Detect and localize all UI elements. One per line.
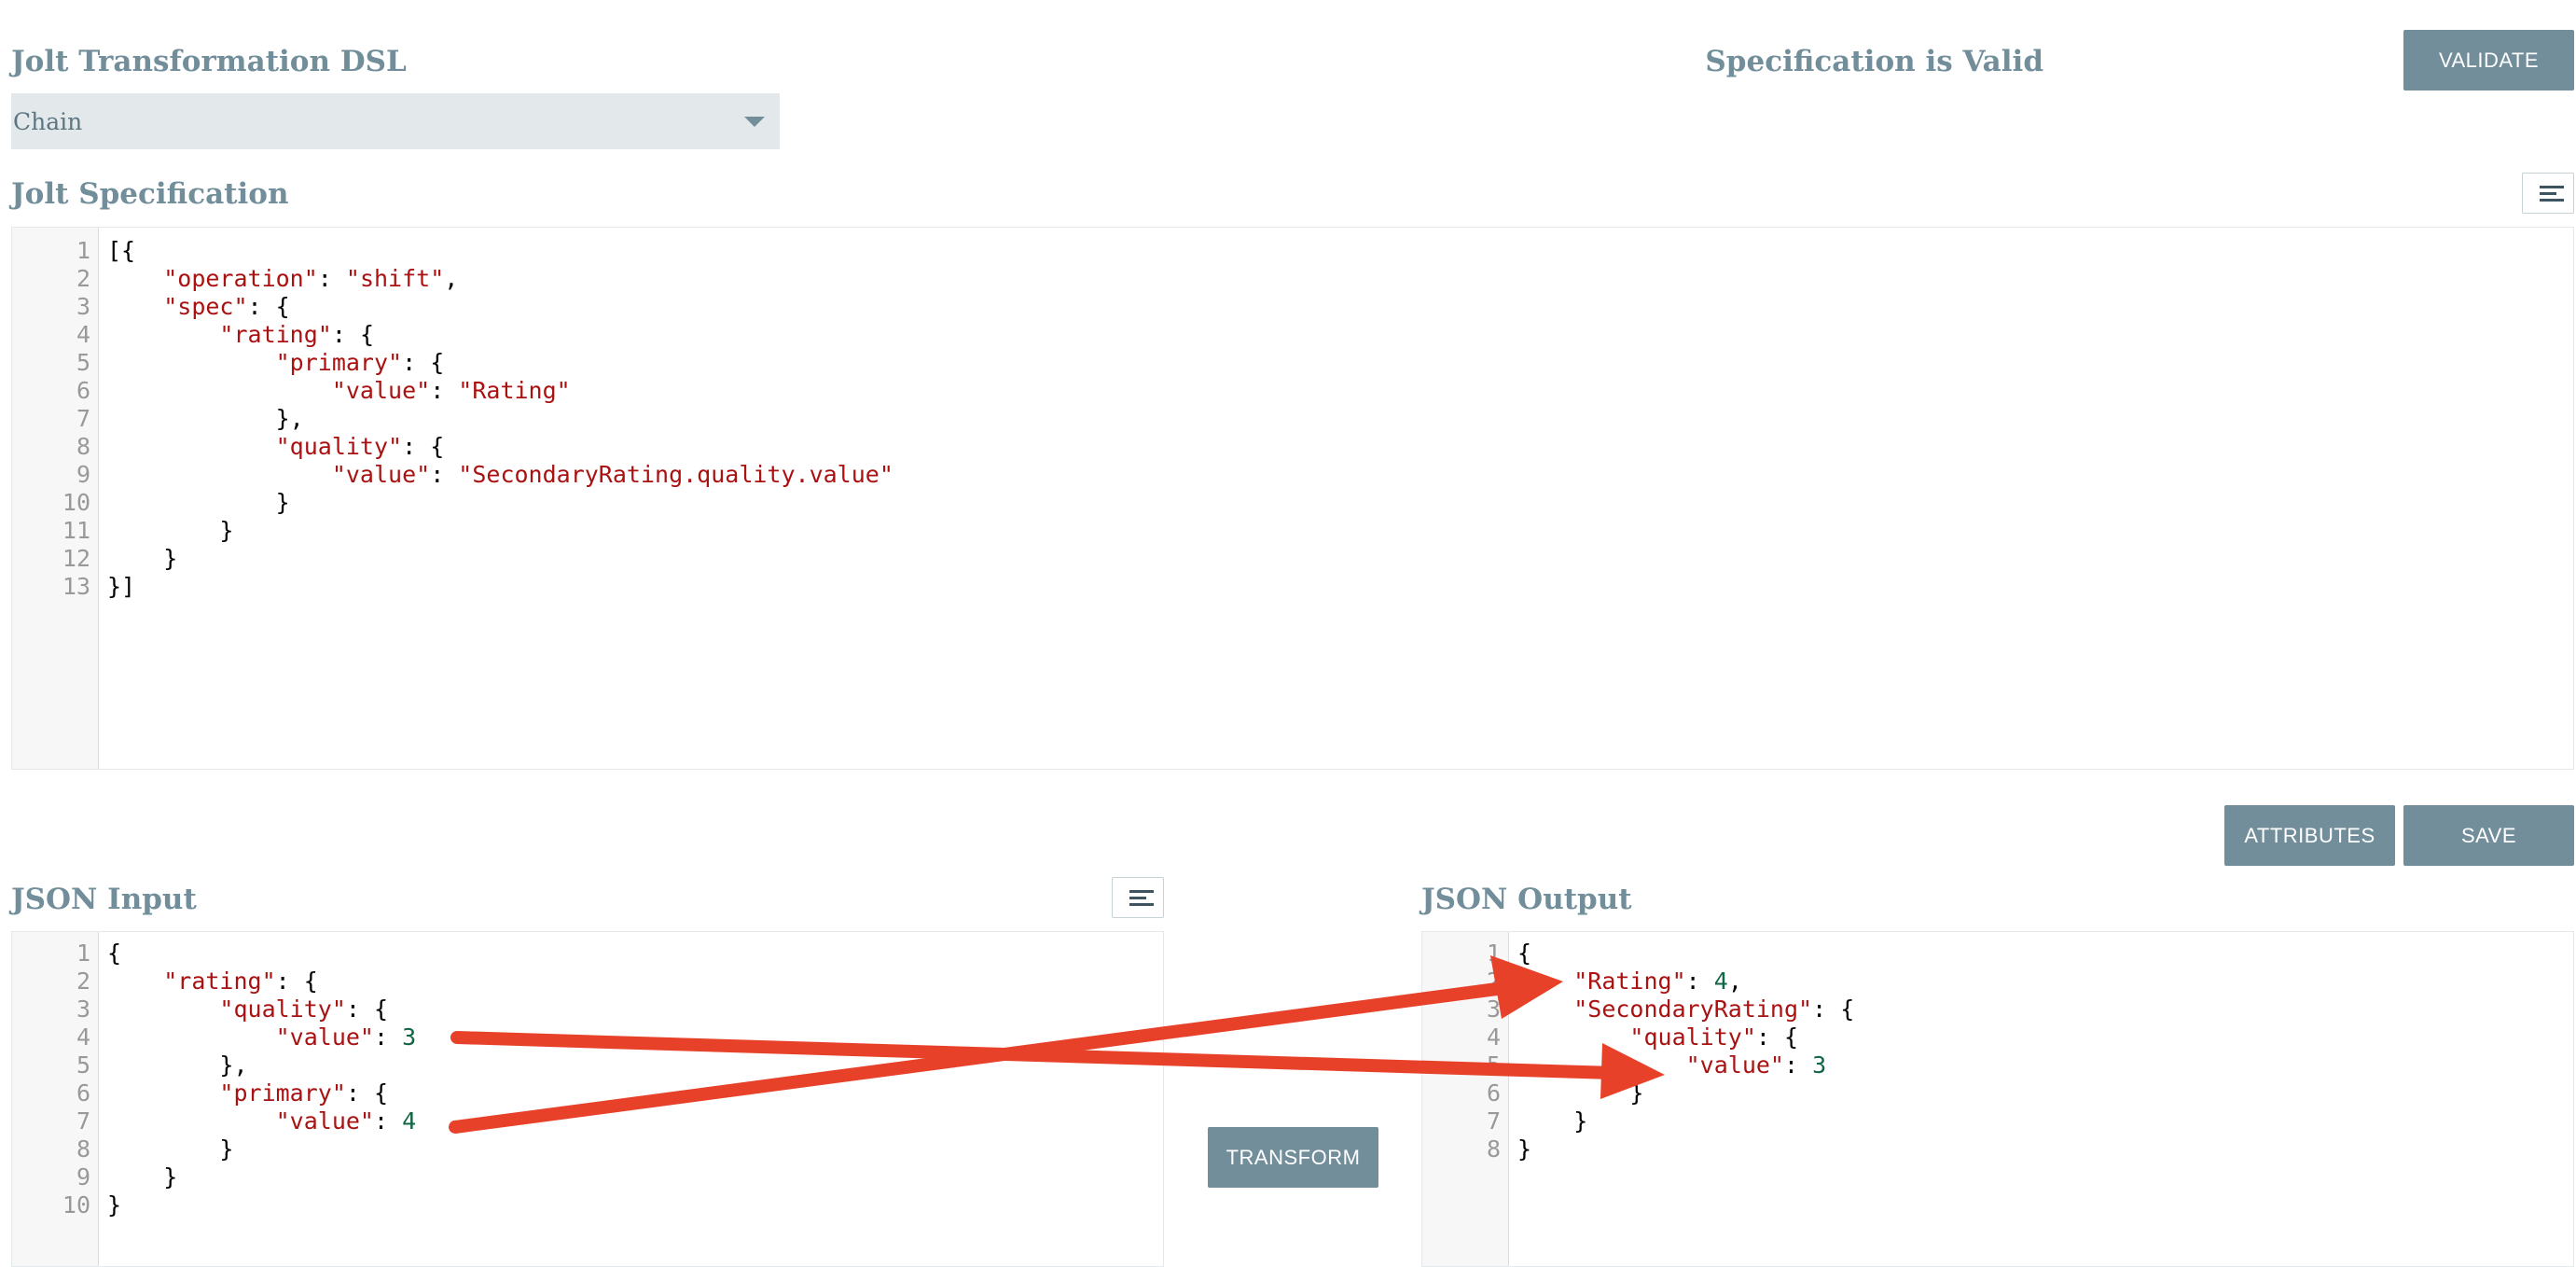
annotation-arrows — [449, 955, 1665, 1134]
